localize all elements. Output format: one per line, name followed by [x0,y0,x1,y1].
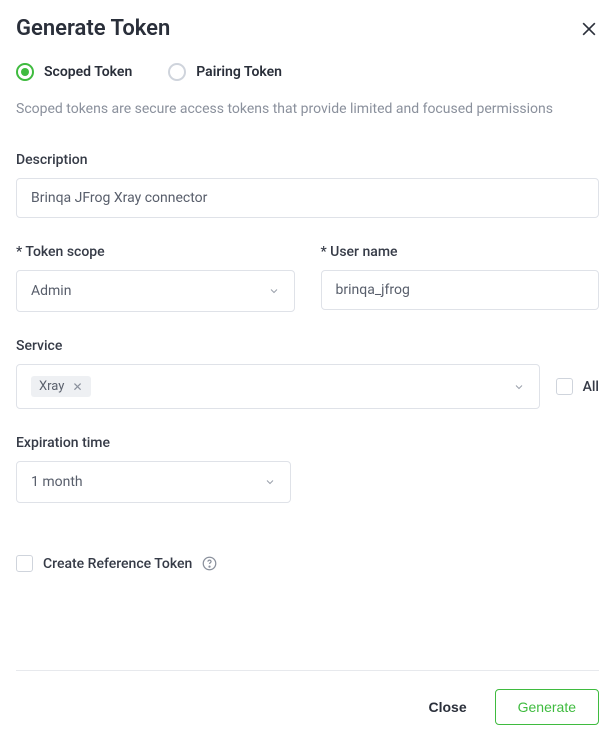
checkbox-icon [16,555,33,572]
username-label: * User name [321,244,600,260]
close-button[interactable]: Close [417,691,479,723]
all-label: All [583,379,599,395]
radio-scoped-label: Scoped Token [44,64,132,80]
radio-scoped-token[interactable]: Scoped Token [16,63,132,81]
ref-token-label: Create Reference Token [43,556,192,572]
generate-button[interactable]: Generate [495,689,599,725]
radio-pairing-label: Pairing Token [196,64,282,80]
radio-icon [168,63,186,81]
page-title: Generate Token [16,16,170,41]
service-tag-label: Xray [39,379,64,394]
service-tag: Xray ✕ [31,376,91,397]
tag-remove-icon[interactable]: ✕ [72,380,82,394]
token-scope-label: * Token scope [16,244,295,260]
description-label: Description [16,152,599,168]
service-select[interactable]: Xray ✕ [16,364,540,409]
service-label: Service [16,338,599,354]
expiration-label: Expiration time [16,435,599,451]
radio-icon [16,63,34,81]
help-icon[interactable] [202,556,217,571]
description-input[interactable] [16,178,599,218]
token-scope-value: Admin [31,283,71,299]
radio-pairing-token[interactable]: Pairing Token [168,63,282,81]
checkbox-icon [556,378,573,395]
close-icon[interactable] [579,19,599,39]
username-input[interactable] [321,270,600,310]
expiration-value: 1 month [31,474,83,490]
help-text: Scoped tokens are secure access tokens t… [16,99,599,120]
expiration-select[interactable]: 1 month [16,461,291,503]
chevron-down-icon [513,381,525,393]
chevron-down-icon [264,476,276,488]
all-checkbox-wrap[interactable]: All [556,378,599,395]
chevron-down-icon [268,285,280,297]
token-scope-select[interactable]: Admin [16,270,295,312]
ref-token-checkbox-wrap[interactable]: Create Reference Token [16,555,192,572]
